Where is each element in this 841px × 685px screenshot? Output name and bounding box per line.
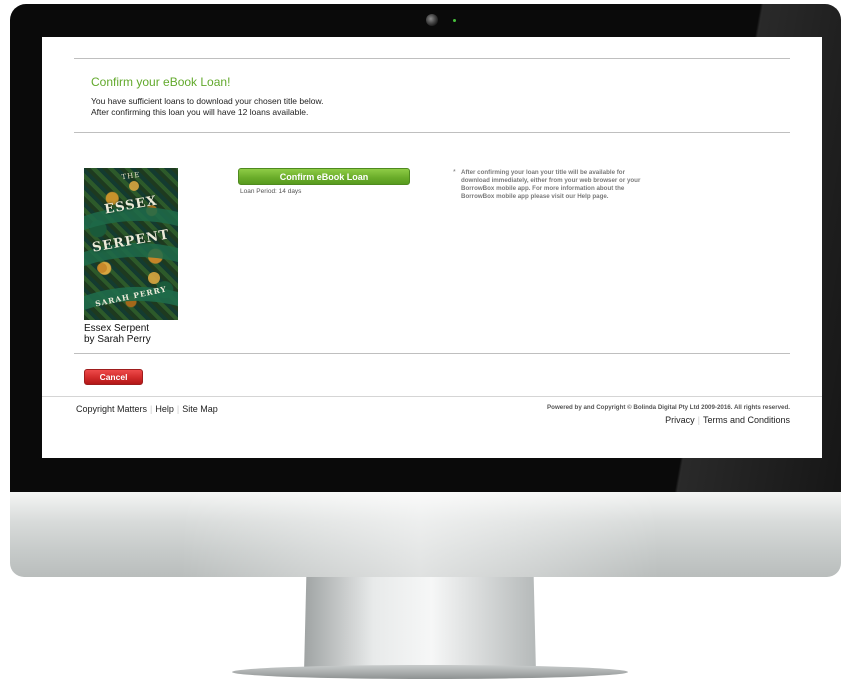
copyright-matters-link[interactable]: Copyright Matters: [76, 404, 147, 414]
note-line-4-suffix: page.: [590, 193, 609, 200]
note-asterisk: *: [453, 169, 456, 176]
monitor-stand-base: [232, 665, 628, 679]
top-divider: [74, 58, 790, 59]
loan-message-line-1: You have sufficient loans to download yo…: [91, 96, 324, 106]
book-author: by Sarah Perry: [84, 334, 151, 345]
terms-and-conditions-link[interactable]: Terms and Conditions: [703, 415, 790, 425]
powered-by-copyright: Powered by and Copyright © Bolinda Digit…: [547, 404, 790, 411]
note-line-4-prefix: BorrowBox mobile app please visit our: [461, 193, 578, 200]
chin-reflection: [180, 492, 660, 577]
loan-period-text: Loan Period: 14 days: [240, 188, 302, 195]
loan-info-note: After confirming your loan your title wi…: [461, 169, 640, 201]
note-line-2: download immediately, either from your w…: [461, 177, 641, 184]
book-cover-image: THE ESSEX SERPENT SARAH PERRY: [84, 168, 178, 320]
footer-separator: |: [150, 404, 153, 414]
confirm-ebook-loan-button[interactable]: Confirm eBook Loan: [238, 168, 410, 185]
footer-help-link[interactable]: Help: [155, 404, 174, 414]
legal-links: Privacy | Terms and Conditions: [665, 415, 790, 425]
footer-divider: [42, 396, 822, 397]
monitor-stand-neck: [304, 577, 536, 673]
privacy-link[interactable]: Privacy: [665, 415, 695, 425]
note-line-3: BorrowBox mobile app. For more informati…: [461, 185, 625, 192]
monitor-chin: [10, 492, 841, 577]
help-page-link[interactable]: Help: [577, 193, 590, 200]
site-map-link[interactable]: Site Map: [182, 404, 218, 414]
note-line-1: After confirming your loan your title wi…: [461, 169, 625, 176]
note-line-4: BorrowBox mobile app please visit our He…: [461, 193, 640, 201]
legal-separator: |: [697, 415, 700, 425]
book-title: Essex Serpent: [84, 323, 150, 334]
footer-links: Copyright Matters | Help | Site Map: [76, 404, 218, 414]
footer-separator: |: [176, 404, 180, 414]
cancel-button[interactable]: Cancel: [84, 369, 143, 385]
camera-led-indicator: [453, 19, 456, 22]
loan-message-line-2: After confirming this loan you will have…: [91, 107, 309, 117]
webcam-icon: [426, 14, 438, 26]
browser-screen: Confirm your eBook Loan! You have suffic…: [42, 37, 822, 458]
page-heading: Confirm your eBook Loan!: [91, 75, 231, 89]
section-divider: [74, 132, 790, 133]
lower-divider: [74, 353, 790, 354]
